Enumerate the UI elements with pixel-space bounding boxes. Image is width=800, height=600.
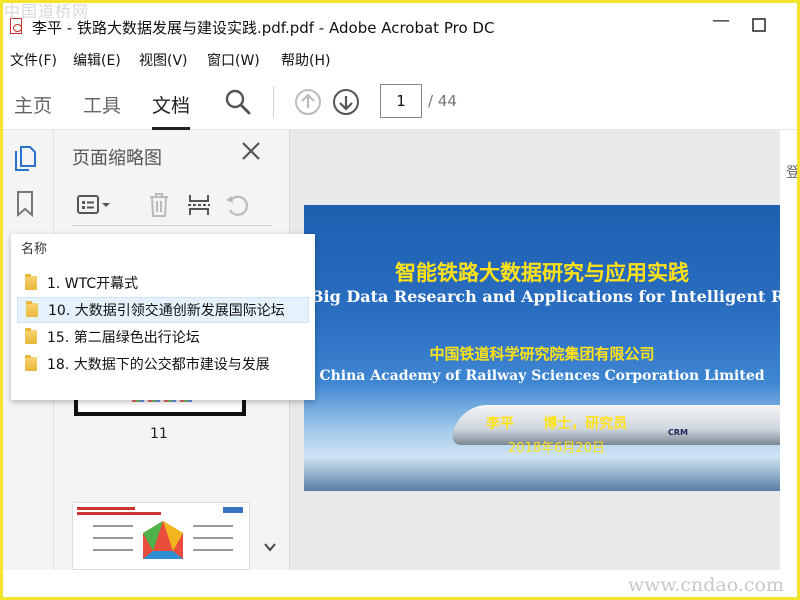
panel-title: 页面缩略图 xyxy=(72,148,162,169)
slide-title-en: Big Data Research and Applications for I… xyxy=(310,287,780,306)
tab-document[interactable]: 文档 xyxy=(152,91,191,130)
menu-bar: 文件(F) 编辑(E) 视图(V) 窗口(W) 帮助(H) xyxy=(0,48,800,72)
menu-view[interactable]: 视图(V) xyxy=(139,50,188,70)
page-thumbnails-icon[interactable] xyxy=(10,142,40,174)
slide-title-cn: 智能铁路大数据研究与应用实践 xyxy=(395,261,689,285)
menu-file[interactable]: 文件(F) xyxy=(10,50,57,70)
thumbnail-options-icon[interactable] xyxy=(74,190,114,220)
folder-icon xyxy=(25,274,37,290)
slide-date: 2018年6月20日 xyxy=(508,441,605,456)
list-item-label: 15. 第二届绿色出行论坛 xyxy=(47,330,200,346)
title-bar: 李平 - 铁路大数据发展与建设实践.pdf.pdf - Adobe Acroba… xyxy=(0,0,800,44)
crm-logo: CRM xyxy=(668,428,688,437)
tab-tools[interactable]: 工具 xyxy=(83,91,121,118)
window-title: 李平 - 铁路大数据发展与建设实践.pdf.pdf - Adobe Acroba… xyxy=(32,19,495,37)
folder-icon xyxy=(26,301,38,317)
rotate-icon[interactable] xyxy=(222,190,252,220)
document-view[interactable]: 智能铁路大数据研究与应用实践 Big Data Research and App… xyxy=(290,130,780,570)
folder-icon xyxy=(25,328,37,344)
panel-toolbar xyxy=(72,186,272,226)
search-icon[interactable] xyxy=(222,86,254,118)
chevron-down-icon[interactable] xyxy=(264,540,276,556)
watermark-top: 中国道桥网 xyxy=(4,2,90,21)
trash-icon[interactable] xyxy=(144,190,174,220)
slide-org-en: China Academy of Railway Sciences Corpor… xyxy=(319,368,765,384)
maximize-icon[interactable] xyxy=(752,16,766,37)
list-item-label: 18. 大数据下的公交都市建设与发展 xyxy=(47,357,270,373)
list-item-selected[interactable]: 10. 大数据引领交通创新发展国际论坛 xyxy=(17,297,309,323)
menu-edit[interactable]: 编辑(E) xyxy=(73,50,121,70)
attachment-list-popup: 名称 1. WTC开幕式 10. 大数据引领交通创新发展国际论坛 15. 第二届… xyxy=(11,234,315,400)
bookmarks-icon[interactable] xyxy=(10,188,40,220)
list-item[interactable]: 1. WTC开幕式 xyxy=(17,270,309,296)
slide-author: 李平 博士，研究员 xyxy=(486,416,628,432)
list-item[interactable]: 15. 第二届绿色出行论坛 xyxy=(17,324,309,350)
page-total: / 44 xyxy=(428,92,457,110)
page-number-input[interactable]: 1 xyxy=(380,84,422,118)
minimize-icon[interactable]: — xyxy=(712,10,730,31)
next-page-icon[interactable] xyxy=(330,86,362,118)
thumbnail-page-number: 11 xyxy=(150,426,168,442)
close-icon[interactable] xyxy=(240,140,266,166)
main-toolbar: 主页 工具 文档 1 / 44 登 xyxy=(0,74,800,181)
toolbar-cutoff-text[interactable]: 登 xyxy=(786,162,800,182)
slide-org-cn: 中国铁道科学研究院集团有限公司 xyxy=(429,345,655,363)
toolbar-divider xyxy=(273,86,274,118)
tab-home[interactable]: 主页 xyxy=(14,91,52,118)
list-item-label: 1. WTC开幕式 xyxy=(47,276,139,292)
page-thumbnail-12[interactable] xyxy=(72,502,250,570)
list-item-label: 10. 大数据引领交通创新发展国际论坛 xyxy=(48,303,285,319)
folder-icon xyxy=(25,355,37,371)
list-item[interactable]: 18. 大数据下的公交都市建设与发展 xyxy=(17,351,309,377)
watermark-bottom: www.cndao.com xyxy=(627,574,784,596)
previous-page-icon[interactable] xyxy=(292,86,324,118)
popup-header-name: 名称 xyxy=(21,242,48,257)
insert-page-icon[interactable] xyxy=(184,190,214,220)
menu-window[interactable]: 窗口(W) xyxy=(207,50,260,70)
menu-help[interactable]: 帮助(H) xyxy=(281,50,330,70)
pdf-page-slide: 智能铁路大数据研究与应用实践 Big Data Research and App… xyxy=(304,205,780,491)
